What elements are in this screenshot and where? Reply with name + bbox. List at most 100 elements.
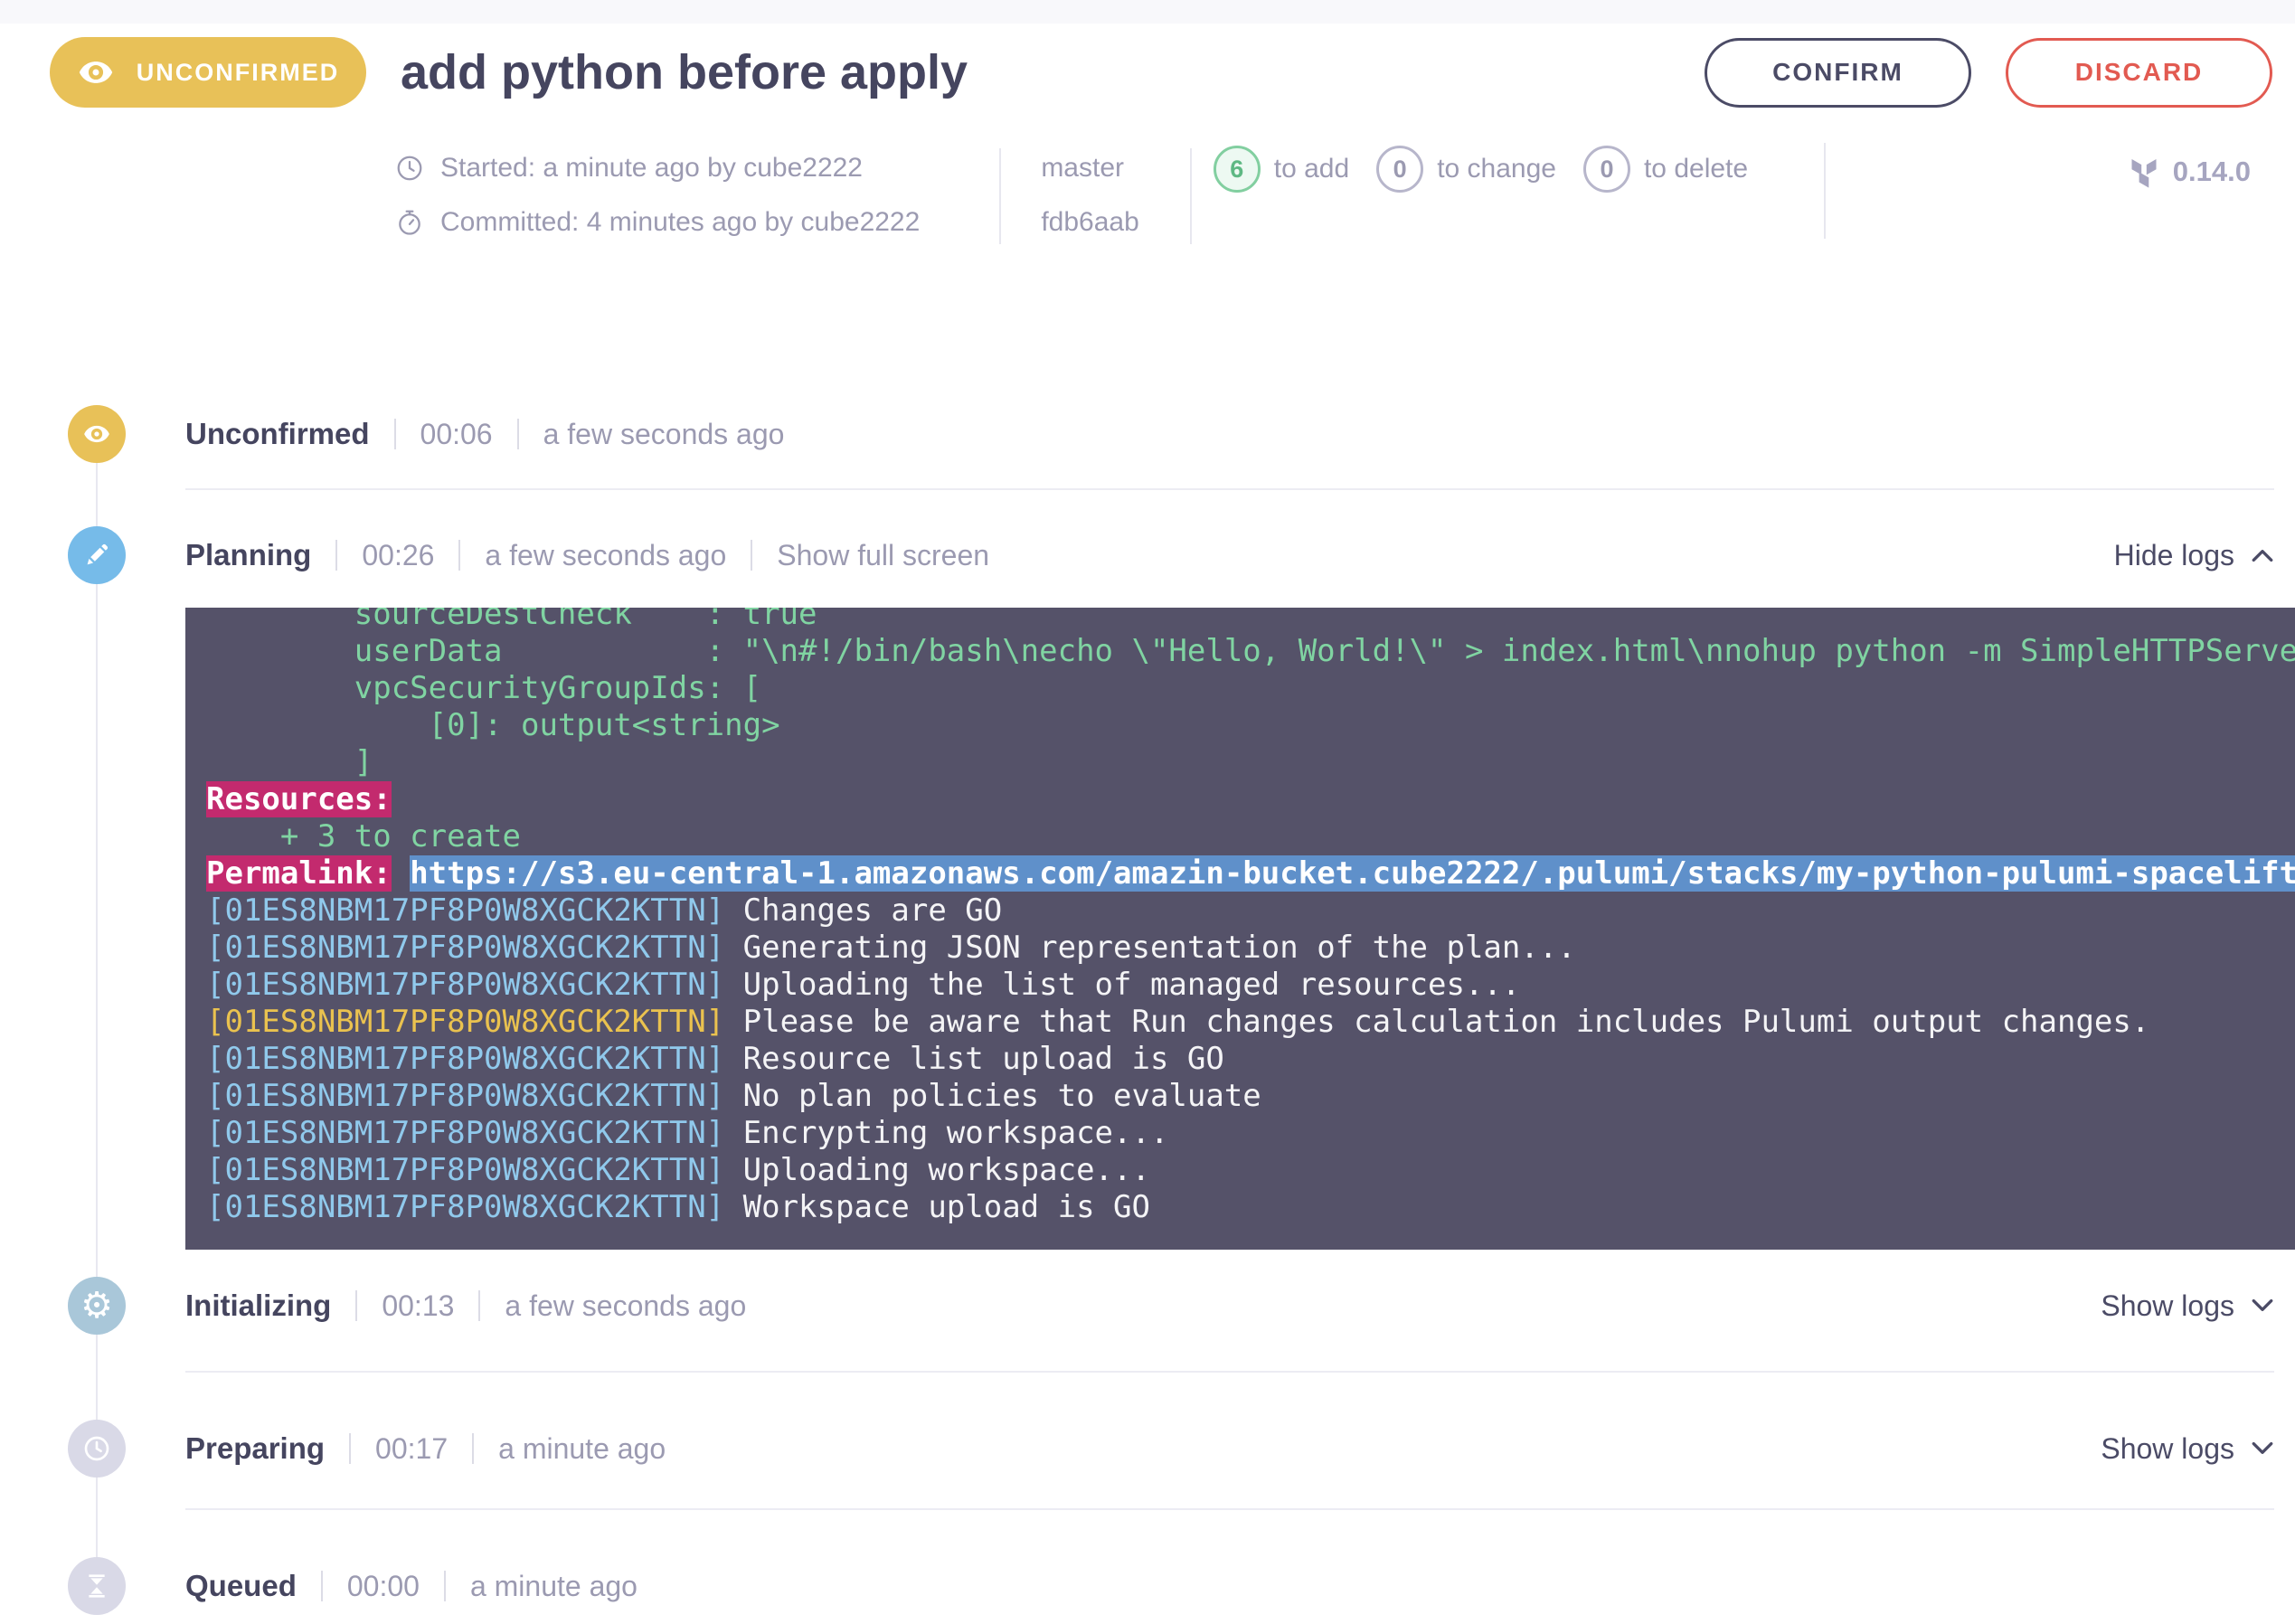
discard-button[interactable]: DISCARD (2006, 38, 2272, 108)
stage-duration: 00:06 (420, 418, 493, 451)
timeline-stage-initializing: ⚙ Initializing 00:13 a few seconds ago S… (0, 1277, 2295, 1335)
commit-sha: fdb6aab (1041, 206, 1138, 239)
timeline-stage-preparing: Preparing 00:17 a minute ago Show logs (0, 1420, 2295, 1478)
divider (999, 148, 1001, 244)
started-line: Started: a minute ago by cube2222 (395, 152, 920, 184)
divider (478, 1290, 480, 1321)
timeline-stage-unconfirmed: Unconfirmed 00:06 a few seconds ago (0, 405, 2295, 463)
stage-label: Preparing (185, 1431, 325, 1466)
terminal-line: [01ES8NBM17PF8P0W8XGCK2KTTN] Workspace u… (206, 1189, 2295, 1226)
stage-time-ago: a few seconds ago (485, 539, 726, 572)
divider (1190, 148, 1192, 244)
terminal-line: vpcSecurityGroupIds: [ (206, 670, 2295, 707)
divider (335, 540, 337, 571)
stage-time-ago: a few seconds ago (543, 418, 785, 451)
add-label: to add (1274, 154, 1349, 184)
terminal-line: [01ES8NBM17PF8P0W8XGCK2KTTN] Please be a… (206, 1004, 2295, 1041)
add-count: 6 (1214, 146, 1261, 193)
terminal-line: [01ES8NBM17PF8P0W8XGCK2KTTN] Encrypting … (206, 1115, 2295, 1152)
meta-times: Started: a minute ago by cube2222 Commit… (395, 152, 920, 239)
stage-duration: 00:00 (347, 1570, 420, 1603)
chevron-down-icon (2251, 1298, 2274, 1314)
stage-label: Unconfirmed (185, 417, 370, 451)
timeline-stage-planning: Planning 00:26 a few seconds ago Show fu… (0, 526, 2295, 1250)
terminal-line: [01ES8NBM17PF8P0W8XGCK2KTTN] Uploading t… (206, 967, 2295, 1004)
page-title: add python before apply (401, 44, 968, 100)
gear-icon: ⚙ (80, 1288, 113, 1324)
stopwatch-icon (395, 208, 424, 237)
divider (751, 540, 752, 571)
divider (517, 419, 519, 449)
divider (349, 1433, 351, 1464)
branch-name: master (1041, 152, 1138, 184)
clock-icon (82, 1434, 111, 1463)
hide-logs-label: Hide logs (2114, 539, 2234, 572)
stage-label: Planning (185, 538, 311, 572)
stage-duration: 00:17 (375, 1432, 448, 1466)
queued-stage-badge (68, 1557, 126, 1615)
terminal-line: sourceDestCheck : true (206, 608, 2295, 633)
preparing-stage-badge (68, 1420, 126, 1478)
unconfirmed-stage-badge (68, 405, 126, 463)
chevron-up-icon (2251, 547, 2274, 563)
status-badge-label: UNCONFIRMED (137, 59, 340, 87)
clock-icon (395, 154, 424, 183)
committed-text: Committed: 4 minutes ago by cube2222 (440, 207, 920, 238)
run-header: UNCONFIRMED add python before apply CONF… (0, 24, 2295, 107)
show-logs-link[interactable]: Show logs (2101, 1289, 2274, 1323)
divider (444, 1571, 446, 1601)
terraform-version: 0.14.0 (2128, 156, 2251, 188)
delete-count: 0 (1583, 146, 1630, 193)
status-badge: UNCONFIRMED (50, 37, 366, 108)
change-label: to change (1437, 154, 1556, 184)
change-count: 0 (1376, 146, 1423, 193)
to-change-badge: 0 to change (1376, 146, 1556, 193)
show-logs-label: Show logs (2101, 1432, 2234, 1466)
terminal-line: [01ES8NBM17PF8P0W8XGCK2KTTN] No plan pol… (206, 1078, 2295, 1115)
stage-time-ago: a minute ago (470, 1570, 638, 1603)
eye-icon (82, 420, 111, 448)
committed-line: Committed: 4 minutes ago by cube2222 (395, 206, 920, 239)
divider (472, 1433, 474, 1464)
top-strip (0, 0, 2295, 24)
stage-duration: 00:13 (382, 1289, 454, 1323)
terminal-line: Resources: (206, 781, 2295, 818)
run-timeline: Unconfirmed 00:06 a few seconds ago Plan… (0, 405, 2295, 1615)
header-actions: CONFIRM DISCARD (1705, 38, 2272, 108)
divider (185, 488, 2274, 490)
terminal-line: userData : "\n#!/bin/bash\necho \"Hello,… (206, 633, 2295, 670)
divider (394, 419, 396, 449)
divider (458, 540, 460, 571)
terminal-line: [01ES8NBM17PF8P0W8XGCK2KTTN] Uploading w… (206, 1152, 2295, 1189)
terminal-line: [0]: output<string> (206, 707, 2295, 744)
to-add-badge: 6 to add (1214, 146, 1349, 193)
show-logs-link[interactable]: Show logs (2101, 1432, 2274, 1466)
terminal-line: ] (206, 744, 2295, 781)
terminal-log: sourceDestCheck : true userData : "\n#!/… (206, 608, 2295, 1226)
chevron-down-icon (2251, 1440, 2274, 1457)
to-delete-badge: 0 to delete (1583, 146, 1748, 193)
delete-label: to delete (1644, 154, 1748, 184)
hide-logs-link[interactable]: Hide logs (2114, 539, 2274, 572)
run-meta: Started: a minute ago by cube2222 Commit… (0, 107, 2295, 244)
change-summary: 6 to add 0 to change 0 to delete (1214, 146, 1748, 193)
timeline-stage-queued: Queued 00:00 a minute ago (0, 1557, 2295, 1615)
terminal-line: Permalink: https://s3.eu-central-1.amazo… (206, 855, 2295, 892)
stage-label: Queued (185, 1569, 297, 1603)
stage-duration: 00:26 (362, 539, 434, 572)
stage-time-ago: a minute ago (498, 1432, 666, 1466)
stage-label: Initializing (185, 1289, 331, 1323)
eye-icon (77, 53, 115, 91)
show-full-screen-link[interactable]: Show full screen (777, 539, 989, 572)
meta-branch: master fdb6aab (1041, 152, 1138, 239)
divider (1824, 143, 1826, 239)
terminal-log-viewer[interactable]: sourceDestCheck : true userData : "\n#!/… (185, 608, 2295, 1250)
divider (185, 1371, 2274, 1373)
hourglass-icon (82, 1572, 111, 1600)
pencil-icon (82, 541, 111, 570)
planning-stage-badge (68, 526, 126, 584)
terminal-line: [01ES8NBM17PF8P0W8XGCK2KTTN] Changes are… (206, 892, 2295, 930)
terminal-line: [01ES8NBM17PF8P0W8XGCK2KTTN] Resource li… (206, 1041, 2295, 1078)
divider (355, 1290, 357, 1321)
confirm-button[interactable]: CONFIRM (1705, 38, 1971, 108)
